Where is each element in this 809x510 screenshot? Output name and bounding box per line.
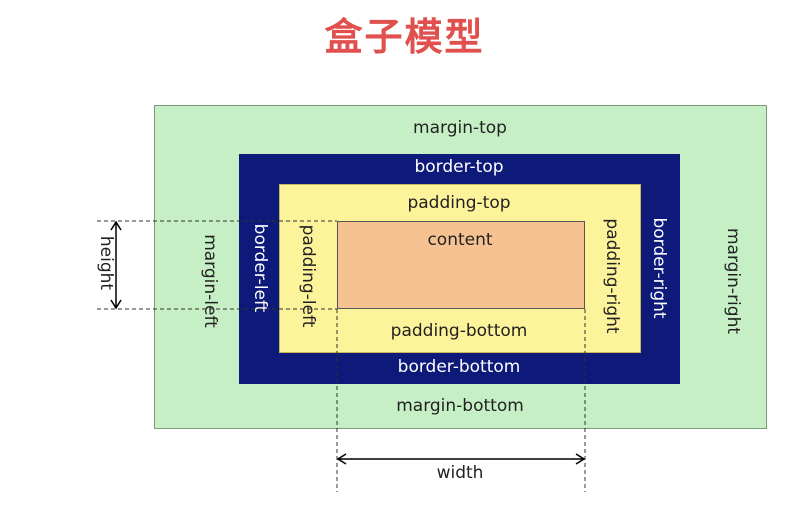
dimension-guides bbox=[97, 220, 586, 492]
height-label: height bbox=[96, 235, 116, 291]
width-label: width bbox=[432, 463, 488, 483]
